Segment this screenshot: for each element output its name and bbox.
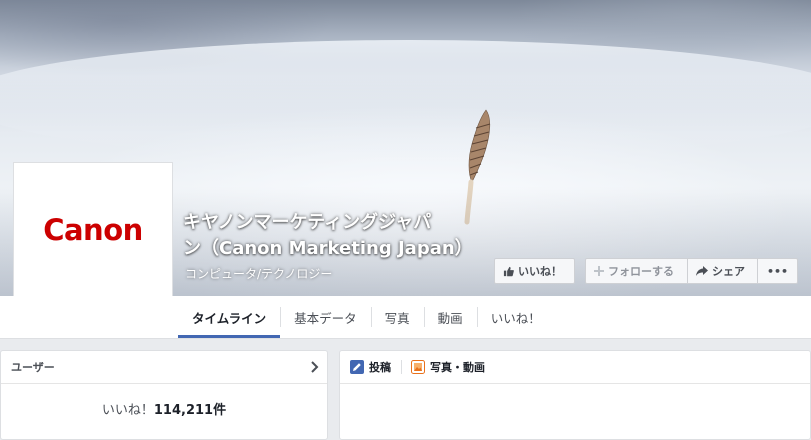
users-card-header[interactable]: ユーザー [1, 351, 327, 384]
canon-logo: Canon [43, 212, 143, 247]
page-title[interactable]: キヤノンマーケティングジャパ ン（Canon Marketing Japan） [183, 210, 513, 262]
like-page-button[interactable]: いいね！ [494, 258, 575, 284]
composer-tabs: 投稿 写真・動画 [340, 351, 810, 384]
page-likes-summary[interactable]: いいね！114,211件 [1, 399, 327, 418]
page-category[interactable]: コンピュータ/テクノロジー [185, 265, 332, 282]
profile-picture[interactable]: Canon [13, 162, 173, 296]
follow-label: フォローする [608, 265, 674, 278]
pencil-icon [350, 360, 364, 374]
likes-count: 114,211件 [153, 403, 227, 418]
share-arrow-icon [696, 266, 708, 276]
snow-ridge [0, 40, 811, 160]
composer-tab-photo-video[interactable]: 写真・動画 [401, 359, 495, 375]
page-tabs: タイムライン 基本データ 写真 動画 いいね！ [178, 296, 555, 338]
tab-timeline[interactable]: タイムライン [178, 296, 281, 338]
page-nav-bar: タイムライン 基本データ 写真 動画 いいね！ [0, 296, 811, 339]
tab-videos[interactable]: 動画 [423, 296, 477, 338]
follow-button[interactable]: フォローする [586, 259, 688, 283]
tab-photos[interactable]: 写真 [370, 296, 424, 338]
composer-tab-post[interactable]: 投稿 [350, 359, 401, 375]
users-card: ユーザー いいね！114,211件 [0, 350, 328, 440]
page-actions-group: フォローする シェア ••• [585, 258, 798, 284]
share-label: シェア [712, 265, 745, 278]
plus-icon [594, 266, 604, 276]
composer-tab-photo-video-label: 写真・動画 [430, 361, 485, 374]
share-button[interactable]: シェア [688, 259, 758, 283]
users-card-title: ユーザー [11, 361, 55, 374]
more-dots-icon: ••• [766, 264, 789, 278]
page-title-line1: キヤノンマーケティングジャパ [183, 212, 432, 233]
tab-about[interactable]: 基本データ [280, 296, 371, 338]
photo-icon [411, 360, 425, 374]
thumbs-up-icon [503, 266, 514, 277]
post-composer: 投稿 写真・動画 [339, 350, 811, 440]
like-page-label: いいね！ [518, 265, 562, 278]
likes-prefix: いいね！ [101, 403, 154, 418]
composer-tab-post-label: 投稿 [369, 361, 391, 374]
tab-likes[interactable]: いいね！ [476, 296, 555, 338]
more-options-button[interactable]: ••• [758, 259, 797, 283]
chevron-right-icon[interactable] [311, 358, 319, 377]
page-title-line2: ン（Canon Marketing Japan） [183, 238, 473, 259]
